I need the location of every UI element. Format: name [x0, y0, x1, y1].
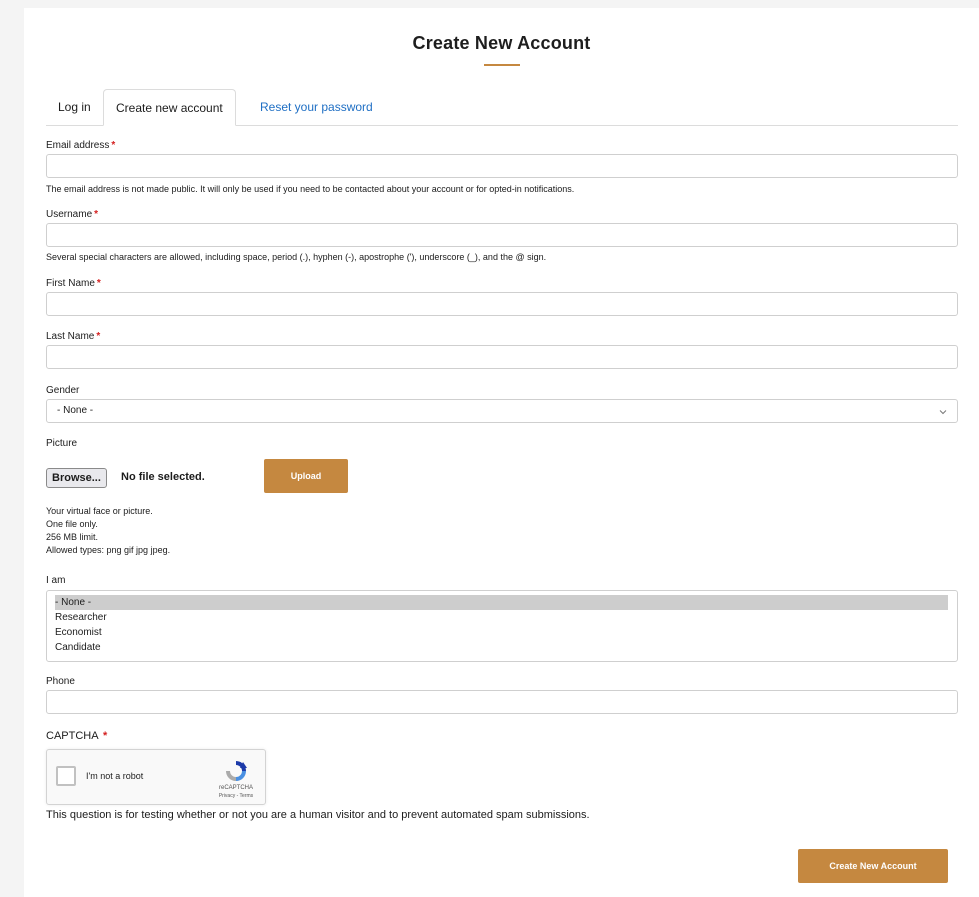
- email-label: Email address *: [46, 140, 116, 151]
- listbox-option[interactable]: Economist: [55, 625, 948, 640]
- gender-selected-value: - None -: [57, 405, 94, 416]
- first-name-label: First Name *: [46, 278, 101, 289]
- listbox-option[interactable]: - None -: [55, 595, 948, 610]
- chevron-down-icon: [939, 410, 947, 415]
- account-tabs: Log in Create new account Reset your pas…: [46, 89, 958, 126]
- phone-label: Phone: [46, 676, 75, 687]
- last-name-input[interactable]: [46, 345, 958, 369]
- required-marker: *: [96, 331, 101, 342]
- username-input[interactable]: [46, 223, 958, 247]
- title-underline: [484, 64, 520, 66]
- picture-help-line: Your virtual face or picture.: [46, 506, 153, 516]
- username-help: Several special characters are allowed, …: [46, 252, 547, 262]
- gender-label: Gender: [46, 385, 80, 396]
- tab-create-new-account[interactable]: Create new account: [103, 89, 236, 126]
- tab-reset-password[interactable]: Reset your password: [248, 89, 385, 125]
- recaptcha-checkbox[interactable]: [56, 766, 76, 786]
- picture-help-line: One file only.: [46, 519, 98, 529]
- listbox-option[interactable]: Candidate: [55, 640, 948, 655]
- email-input[interactable]: [46, 154, 958, 178]
- registration-page: Create New Account Log in Create new acc…: [24, 8, 979, 897]
- i-am-listbox[interactable]: - None - Researcher Economist Candidate: [46, 590, 958, 662]
- captcha-help: This question is for testing whether or …: [46, 809, 590, 821]
- file-status: No file selected.: [121, 471, 205, 483]
- email-help: The email address is not made public. It…: [46, 184, 575, 194]
- phone-input[interactable]: [46, 690, 958, 714]
- gender-select[interactable]: - None -: [46, 399, 958, 423]
- upload-button[interactable]: Upload: [264, 459, 348, 493]
- listbox-option[interactable]: Researcher: [55, 610, 948, 625]
- required-marker: *: [96, 278, 101, 289]
- last-name-label: Last Name *: [46, 331, 101, 342]
- recaptcha-brand: reCAPTCHA: [218, 785, 253, 791]
- captcha-label: CAPTCHA *: [46, 730, 108, 742]
- first-name-input[interactable]: [46, 292, 958, 316]
- tab-log-in[interactable]: Log in: [46, 89, 103, 125]
- create-account-button[interactable]: Create New Account: [798, 849, 948, 883]
- required-marker: *: [94, 209, 99, 220]
- i-am-label: I am: [46, 575, 66, 586]
- recaptcha-logo-icon: [226, 761, 247, 781]
- picture-label: Picture: [46, 438, 78, 449]
- username-label: Username *: [46, 209, 99, 220]
- picture-help-line: Allowed types: png gif jpg jpeg.: [46, 545, 171, 555]
- recaptcha-terms-link[interactable]: Privacy - Terms: [212, 793, 260, 799]
- page-title: Create New Account: [412, 33, 591, 53]
- picture-help: Your virtual face or picture. One file o…: [46, 505, 170, 557]
- recaptcha-widget: I'm not a robot reCAPTCHA Privacy - Term…: [46, 749, 266, 805]
- picture-help-line: 256 MB limit.: [46, 532, 99, 542]
- browse-button[interactable]: Browse...: [46, 468, 107, 488]
- recaptcha-label: I'm not a robot: [86, 771, 144, 781]
- required-marker: *: [111, 140, 116, 151]
- required-marker: *: [103, 730, 108, 742]
